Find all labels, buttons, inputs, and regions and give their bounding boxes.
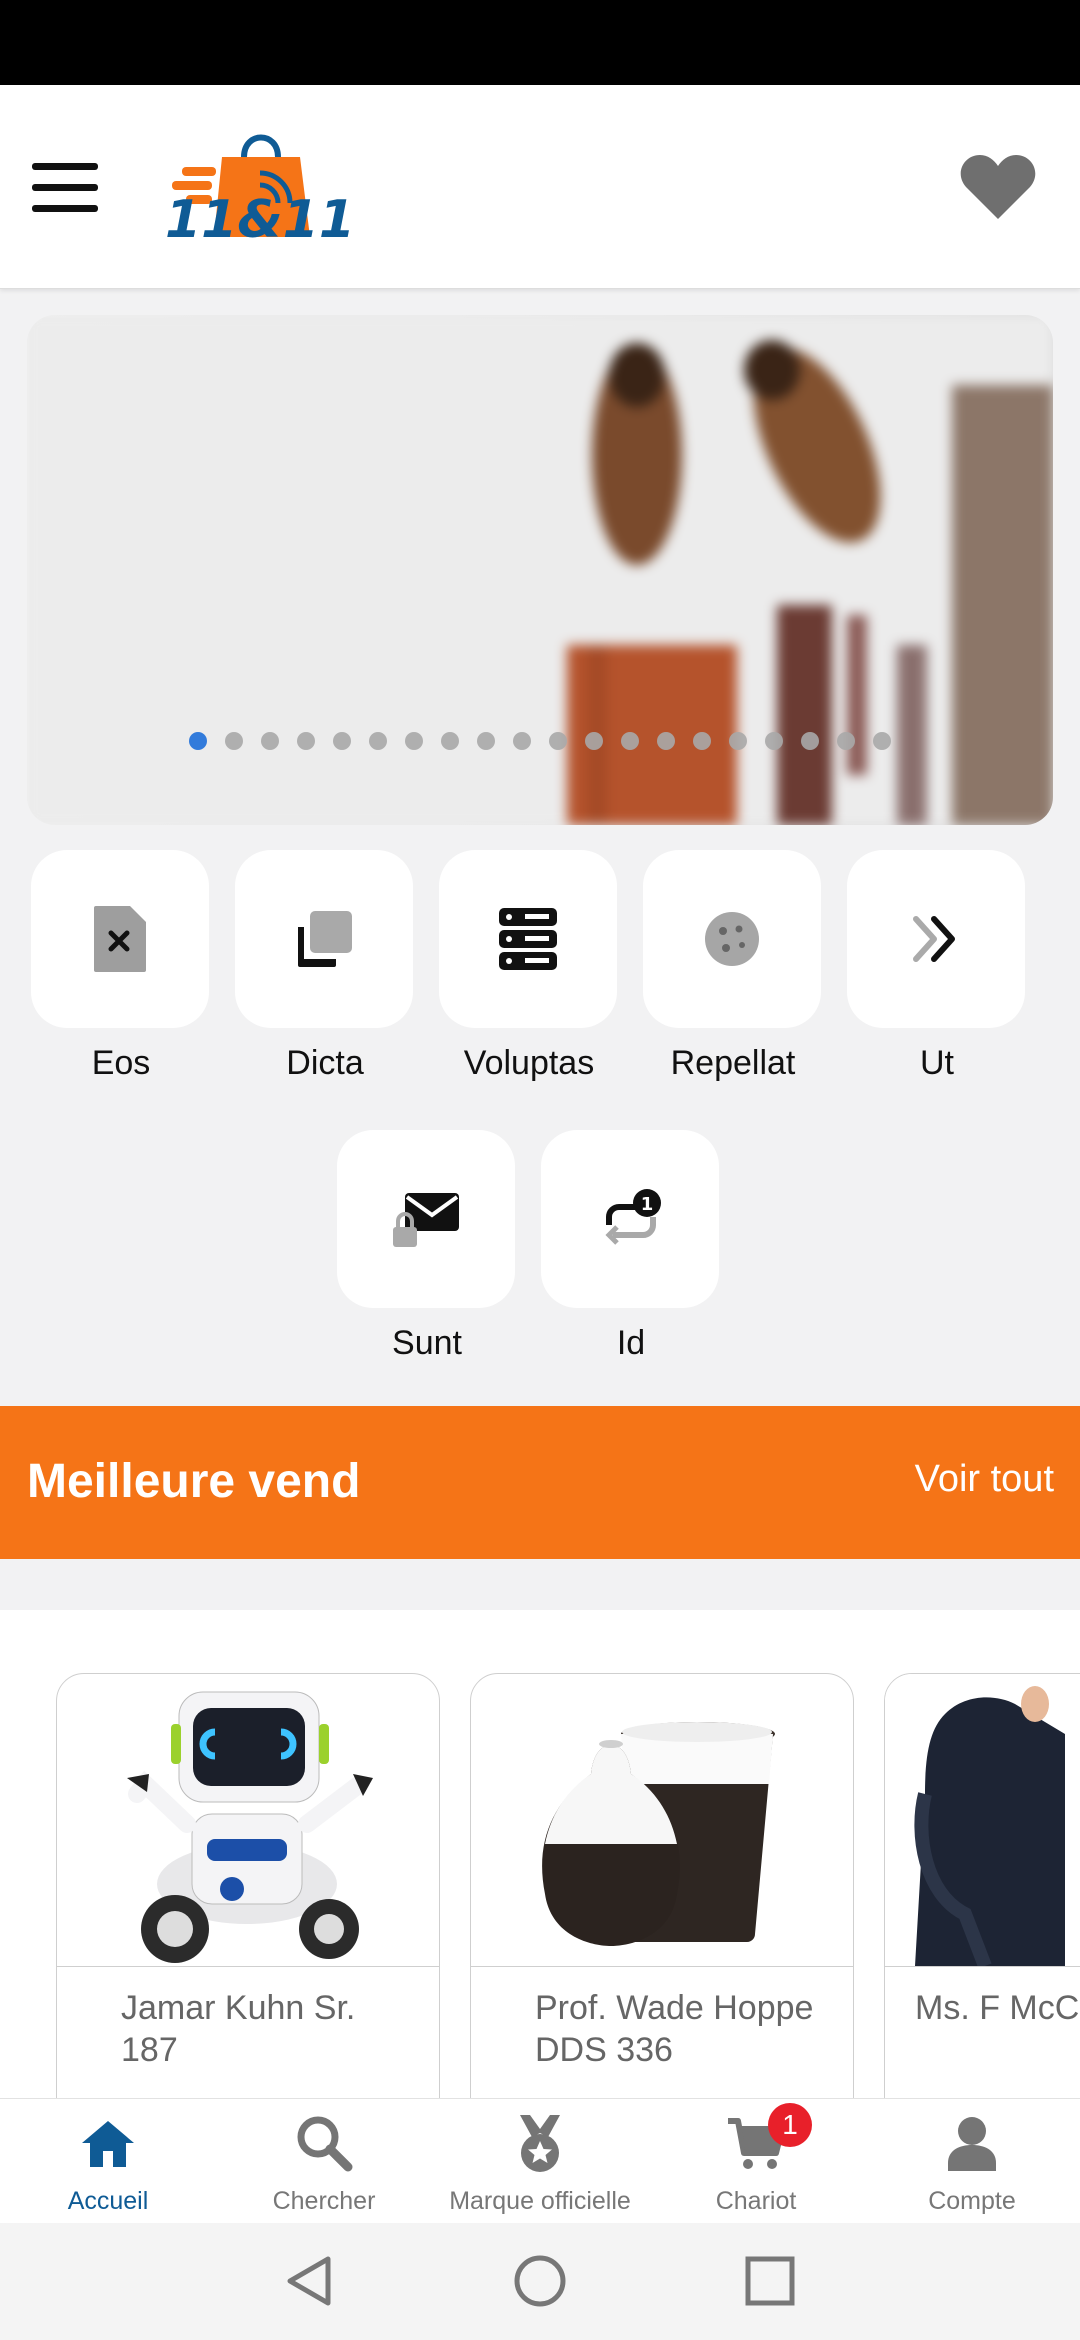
nav-cart[interactable]: 1 Chariot: [648, 2099, 864, 2224]
repeat-one-icon: 1: [605, 1189, 661, 1245]
system-navigation-bar: [0, 2223, 1080, 2340]
carousel-dot[interactable]: [477, 732, 495, 750]
home-icon: [82, 2121, 134, 2167]
category-ut[interactable]: Ut: [847, 850, 1027, 1083]
product-image-vase: [542, 1722, 775, 1946]
category-label: Sunt: [392, 1324, 462, 1362]
home-circle-icon[interactable]: [512, 2253, 568, 2309]
menu-button[interactable]: [32, 163, 98, 213]
product-image-robot: [127, 1691, 373, 1963]
category-repellat[interactable]: Repellat: [643, 850, 823, 1083]
see-all-link[interactable]: Voir tout: [915, 1458, 1054, 1501]
medal-icon: [520, 2115, 560, 2172]
carousel-dot[interactable]: [765, 732, 783, 750]
app-header: 11&11: [0, 85, 1080, 289]
nav-label: Marque officielle: [449, 2187, 631, 2215]
nav-label: Compte: [928, 2187, 1016, 2215]
carousel-dot[interactable]: [801, 732, 819, 750]
carousel-dot[interactable]: [837, 732, 855, 750]
status-bar: [0, 0, 1080, 85]
mail-lock-icon: [393, 1193, 459, 1247]
nav-label: Chercher: [272, 2187, 376, 2215]
carousel-dot[interactable]: [729, 732, 747, 750]
file-x-icon: [94, 906, 146, 972]
carousel-dot[interactable]: [333, 732, 351, 750]
nav-label: Chariot: [715, 2187, 797, 2215]
category-sunt[interactable]: Sunt: [337, 1130, 517, 1363]
carousel-dot[interactable]: [189, 732, 207, 750]
svg-text:1: 1: [641, 1194, 654, 1215]
search-icon: [297, 2116, 353, 2172]
cookie-icon: [705, 912, 759, 966]
nav-search[interactable]: Chercher: [216, 2099, 432, 2224]
product-card[interactable]: Jamar Kuhn Sr. 187: [56, 1673, 440, 2100]
category-voluptas[interactable]: Voluptas: [439, 850, 619, 1083]
category-label: Repellat: [670, 1044, 796, 1082]
carousel-dot[interactable]: [513, 732, 531, 750]
product-name: Jamar Kuhn Sr. 187: [57, 1966, 439, 2100]
carousel-dot[interactable]: [873, 732, 891, 750]
nav-label: Accueil: [67, 2187, 149, 2215]
double-chevron-right-icon: [913, 916, 955, 962]
carousel-dot[interactable]: [693, 732, 711, 750]
carousel-dot[interactable]: [369, 732, 387, 750]
back-icon[interactable]: [282, 2253, 338, 2309]
carousel-dot[interactable]: [441, 732, 459, 750]
product-name: Ms. F McCu 391: [885, 1966, 1080, 2100]
carousel-dot[interactable]: [261, 732, 279, 750]
nav-account[interactable]: Compte: [864, 2099, 1080, 2224]
category-label: Eos: [91, 1044, 151, 1082]
product-card[interactable]: Prof. Wade Hoppe DDS 336: [470, 1673, 854, 2100]
server-icon: [499, 908, 557, 970]
cart-badge: 1: [768, 2103, 812, 2147]
category-eos[interactable]: Eos: [31, 850, 211, 1083]
recents-icon[interactable]: [742, 2253, 798, 2309]
carousel-dot[interactable]: [225, 732, 243, 750]
logo-graphic: 11&11: [165, 134, 355, 250]
section-title: Meilleure vend: [27, 1455, 361, 1508]
best-sellers-carousel[interactable]: Jamar Kuhn Sr. 187 Prof. Wade Hoppe DDS …: [0, 1610, 1080, 2100]
user-icon: [948, 2117, 996, 2171]
best-sellers-header: Meilleure vend Voir tout: [0, 1406, 1080, 1559]
carousel-indicators[interactable]: [27, 732, 1053, 750]
carousel-dot[interactable]: [657, 732, 675, 750]
product-card[interactable]: Ms. F McCu 391: [884, 1673, 1080, 2100]
copy-icon: [298, 911, 352, 967]
nav-official-brand[interactable]: Marque officielle: [432, 2099, 648, 2224]
category-id[interactable]: 1 Id: [541, 1130, 721, 1363]
carousel-dot[interactable]: [297, 732, 315, 750]
category-label: Dicta: [286, 1044, 364, 1082]
carousel-dot[interactable]: [585, 732, 603, 750]
brand-logo[interactable]: 11&11: [160, 115, 360, 255]
svg-text:11&11: 11&11: [165, 190, 355, 250]
bottom-navigation: Accueil Chercher Marque officielle 1 Cha…: [0, 2098, 1080, 2224]
product-image-jacket: [885, 1674, 1080, 1966]
nav-home[interactable]: Accueil: [0, 2099, 216, 2224]
promo-banner-carousel[interactable]: [27, 315, 1053, 825]
product-name: Prof. Wade Hoppe DDS 336: [471, 1966, 853, 2100]
favorites-heart-icon[interactable]: [958, 153, 1038, 223]
carousel-dot[interactable]: [621, 732, 639, 750]
category-label: Voluptas: [463, 1044, 595, 1082]
carousel-dot[interactable]: [405, 732, 423, 750]
category-label: Id: [616, 1324, 646, 1362]
category-dicta[interactable]: Dicta: [235, 850, 415, 1083]
carousel-dot[interactable]: [549, 732, 567, 750]
category-label: Ut: [920, 1044, 954, 1082]
